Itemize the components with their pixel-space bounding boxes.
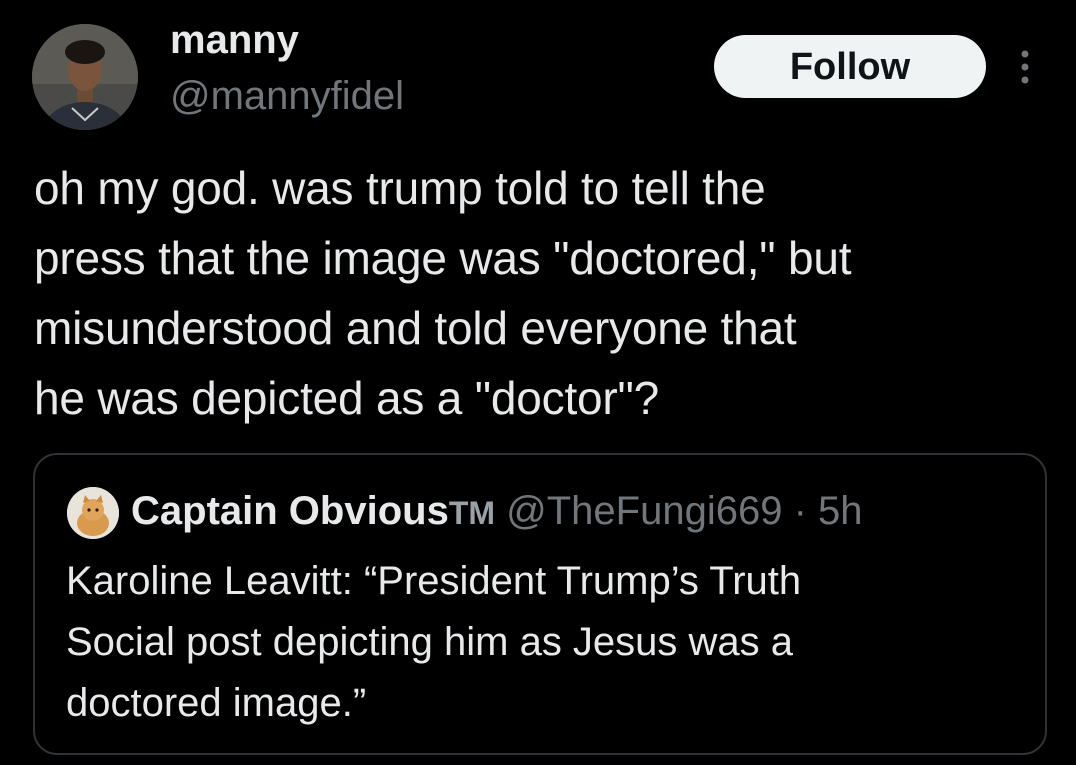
more-vertical-icon (1021, 50, 1029, 84)
person-avatar-icon (32, 24, 138, 130)
tweet-text-line: oh my god. was trump told to tell the (34, 162, 766, 214)
quoted-text-line: Karoline Leavitt: “President Trump’s Tru… (66, 559, 802, 603)
quoted-author-avatar[interactable] (67, 487, 119, 539)
quoted-tweet-card[interactable]: Captain ObviousTM @TheFungi669 · 5h Karo… (33, 453, 1047, 755)
quoted-tweet-time[interactable]: 5h (818, 489, 863, 533)
quoted-author-tm: TM (448, 495, 496, 531)
author-handle[interactable]: @mannyfidel (170, 72, 404, 120)
tweet-text: oh my god. was trump told to tell the pr… (34, 153, 1054, 433)
cat-avatar-icon (67, 487, 119, 539)
header-separator: · (793, 489, 807, 533)
quoted-text-line: doctored image.” (66, 681, 367, 725)
quoted-tweet-text: Karoline Leavitt: “President Trump’s Tru… (66, 551, 1026, 734)
quoted-author-name[interactable]: Captain Obvious (131, 489, 449, 533)
more-options-button[interactable] (1011, 46, 1039, 88)
author-display-name[interactable]: manny (170, 16, 299, 64)
quoted-text-line: Social post depicting him as Jesus was a (66, 620, 794, 664)
tweet-text-line: he was depicted as a "doctor"? (34, 372, 660, 424)
author-avatar[interactable] (32, 24, 138, 130)
follow-button[interactable]: Follow (714, 35, 986, 98)
quoted-tweet-header: Captain ObviousTM @TheFungi669 · 5h (131, 485, 863, 539)
tweet-text-line: press that the image was "doctored," but (34, 232, 852, 284)
quoted-author-handle[interactable]: @TheFungi669 (506, 489, 782, 533)
tweet-text-line: misunderstood and told everyone that (34, 302, 797, 354)
